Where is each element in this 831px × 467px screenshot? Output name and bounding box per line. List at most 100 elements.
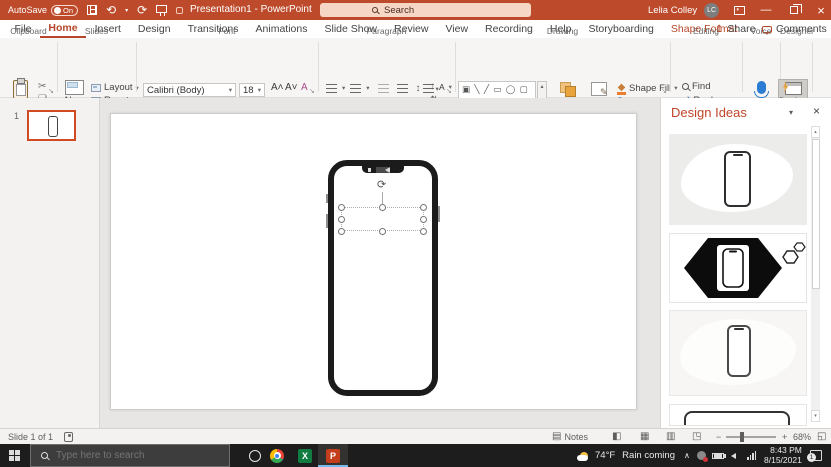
drawing-dialog-launcher-icon[interactable]: ↘ <box>661 87 667 95</box>
status-badge-icon <box>697 451 706 460</box>
zoom-in-button[interactable]: + <box>782 429 787 444</box>
excel-button[interactable]: X <box>290 444 320 467</box>
reading-view-button[interactable]: ▥ <box>666 429 675 444</box>
designer-group-label: Designer <box>780 26 812 36</box>
slide-sorter-button[interactable]: ▦ <box>640 429 649 444</box>
selection-handle-bottom-left[interactable] <box>338 228 345 235</box>
clock[interactable]: 8:43 PM 8/15/2021 <box>764 444 802 467</box>
font-name-combo[interactable]: Calibri (Body) ▾ <box>143 83 236 97</box>
weather-temp: 74°F <box>595 450 615 461</box>
clipboard-dialog-launcher-icon[interactable]: ↘ <box>48 87 54 95</box>
weather-widget[interactable]: 74°F Rain coming <box>580 444 675 467</box>
selection-handle-top-left[interactable] <box>338 204 345 211</box>
design-suggestion-4[interactable] <box>669 404 807 426</box>
taskbar-search[interactable] <box>30 444 230 467</box>
shapes-scroll-up-icon[interactable]: ▴ <box>540 83 543 90</box>
scroll-down-icon[interactable]: ▾ <box>811 410 820 422</box>
avatar[interactable]: LC <box>704 3 719 18</box>
numbering-icon[interactable] <box>350 84 361 93</box>
rotate-handle[interactable]: ⟳ <box>377 180 386 191</box>
slide-editing-surface[interactable]: ⟳ <box>110 113 637 410</box>
fit-to-window-button[interactable]: ◱ <box>817 429 826 444</box>
titlebar-search[interactable]: Search <box>320 3 531 17</box>
tray-status-icon[interactable] <box>697 444 706 467</box>
shapes-row-1[interactable]: ▣ ╲ ╱ ▭ ◯ ▢ <box>462 82 535 97</box>
powerpoint-button[interactable]: P <box>318 444 348 467</box>
scroll-up-icon[interactable]: ▴ <box>811 126 820 138</box>
numbering-dropdown-icon[interactable]: ▾ <box>366 84 369 93</box>
taskbar-search-input[interactable] <box>56 450 206 461</box>
selection-handle-middle-left[interactable] <box>338 216 345 223</box>
undo-icon[interactable]: ⟲ <box>106 0 116 20</box>
zoom-slider-track[interactable] <box>726 436 776 438</box>
font-size-dropdown-icon: ▾ <box>258 86 261 94</box>
design-suggestion-1[interactable] <box>669 134 807 225</box>
zoom-slider-thumb[interactable] <box>740 432 744 442</box>
close-button[interactable]: × <box>808 0 831 20</box>
scrollbar-thumb[interactable] <box>812 139 820 289</box>
increase-indent-icon[interactable] <box>397 84 408 93</box>
autosave-pill: On <box>51 5 78 16</box>
account-area[interactable]: Lelia Colley LC <box>648 0 719 20</box>
ribbon-display-options-button[interactable] <box>726 0 752 20</box>
slide-canvas[interactable]: ⟳ <box>101 98 660 428</box>
bullets-dropdown-icon[interactable]: ▾ <box>342 84 345 93</box>
paragraph-dialog-launcher-icon[interactable]: ↘ <box>446 87 452 95</box>
window-title: Presentation1 - PowerPoint <box>190 0 312 20</box>
design-ideas-panel-title: Design Ideas <box>671 105 747 120</box>
font-dialog-launcher-icon[interactable]: ↘ <box>309 87 315 95</box>
design-suggestion-3[interactable] <box>669 310 807 396</box>
start-button[interactable] <box>9 450 20 461</box>
network-icon[interactable] <box>747 444 756 467</box>
undo-dropdown-icon[interactable]: ▾ <box>125 7 128 14</box>
shrink-font-button[interactable]: A˅ <box>283 82 300 93</box>
action-center-button[interactable]: 1 <box>810 444 822 467</box>
font-size-combo[interactable]: 18 ▾ <box>239 83 265 97</box>
chrome-button[interactable] <box>262 444 292 467</box>
network-bars-glyph <box>747 451 756 460</box>
find-button[interactable]: Find <box>682 81 710 92</box>
cut-icon[interactable]: ✂ <box>38 81 46 92</box>
zoom-slider[interactable] <box>726 429 776 444</box>
restore-button[interactable] <box>781 0 807 20</box>
design-ideas-close-icon[interactable]: × <box>813 104 820 118</box>
phone-notch <box>362 165 404 173</box>
design-ideas-menu-icon[interactable]: ▾ <box>789 108 793 117</box>
notes-button[interactable]: ▤ Notes <box>552 429 588 444</box>
shape-fill-button[interactable]: ◆ Shape Fill ▾ <box>617 82 678 95</box>
selection-handle-top-center[interactable] <box>379 204 386 211</box>
normal-view-button[interactable]: ◧ <box>612 429 621 444</box>
design-ideas-scrollbar[interactable]: ▴ ▾ <box>811 126 820 422</box>
zoom-out-button[interactable]: − <box>716 429 721 444</box>
taskbar-search-icon <box>41 452 48 459</box>
status-bar: Slide 1 of 1 ▤ Notes ◧ ▦ ▥ ◳ − + 68% ◱ <box>0 428 831 444</box>
redo-icon[interactable]: ⟳ <box>137 0 147 20</box>
touch-mode-icon[interactable] <box>176 7 183 14</box>
font-size-value: 18 <box>243 85 254 96</box>
shape-fill-dropdown-icon: ▾ <box>674 84 677 92</box>
layout-button[interactable]: Layout ▾ <box>91 82 139 93</box>
font-group-label: Font <box>136 26 318 36</box>
volume-icon[interactable] <box>731 444 736 467</box>
decrease-indent-icon[interactable] <box>378 84 389 93</box>
phone-mockup-image[interactable] <box>328 160 438 396</box>
selection-handle-bottom-center[interactable] <box>379 228 386 235</box>
selection-handle-top-right[interactable] <box>420 204 427 211</box>
save-icon[interactable] <box>87 5 97 15</box>
slide-thumbnail-1[interactable] <box>27 110 76 141</box>
design-suggestion-2[interactable] <box>669 233 807 303</box>
zoom-level[interactable]: 68% <box>793 429 811 444</box>
bullets-icon[interactable] <box>326 84 337 93</box>
slide-thumbnail-number: 1 <box>14 111 19 121</box>
accessibility-button[interactable] <box>64 429 73 444</box>
selection-handle-bottom-right[interactable] <box>420 228 427 235</box>
start-slideshow-icon[interactable] <box>156 5 167 13</box>
quick-styles-icon <box>591 82 607 96</box>
phone-speaker <box>376 167 390 173</box>
selection-handle-middle-right[interactable] <box>420 216 427 223</box>
slide-thumbnail-panel[interactable]: 1 <box>0 98 100 428</box>
slideshow-button[interactable]: ◳ <box>692 429 701 444</box>
tray-chevron-icon[interactable]: ∧ <box>684 444 690 467</box>
autosave-toggle[interactable]: AutoSave On <box>8 5 78 16</box>
minimize-button[interactable]: — <box>753 0 779 20</box>
